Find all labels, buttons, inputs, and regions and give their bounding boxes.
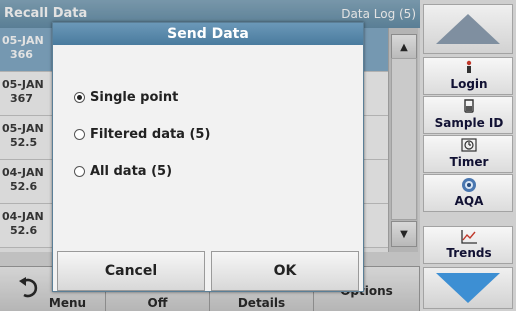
person-icon [424, 60, 514, 76]
screen: Recall Data Data Log (5) 05-JAN 366 05-JA… [0, 0, 516, 311]
triangle-up-icon [436, 14, 500, 44]
sidebar: Login Sample ID Timer AQA Trends [420, 0, 516, 311]
timer-button[interactable]: Timer [423, 135, 513, 173]
ok-button[interactable]: OK [211, 251, 359, 291]
aqa-icon [424, 177, 514, 193]
dialog-title: Send Data [53, 23, 363, 45]
option-label: Filtered data (5) [90, 127, 211, 142]
trends-button[interactable]: Trends [423, 226, 513, 264]
login-button[interactable]: Login [423, 57, 513, 95]
sample-id-label: Sample ID [434, 116, 504, 130]
cancel-button[interactable]: Cancel [57, 251, 205, 291]
option-filtered-data[interactable]: Filtered data (5) [74, 127, 210, 142]
timer-label: Timer [449, 155, 489, 169]
ok-label: OK [273, 263, 297, 279]
timer-icon [424, 138, 514, 154]
option-label: Single point [90, 90, 179, 105]
triangle-down-icon [436, 273, 500, 303]
cancel-label: Cancel [104, 263, 158, 279]
page-down-button[interactable] [423, 267, 513, 309]
trends-label: Trends [446, 246, 492, 260]
login-label: Login [450, 77, 488, 91]
aqa-button[interactable]: AQA [423, 174, 513, 212]
flask-icon [424, 99, 514, 115]
radio-selected-icon[interactable] [74, 92, 85, 103]
radio-icon[interactable] [74, 129, 85, 140]
option-label: All data (5) [90, 164, 173, 179]
aqa-label: AQA [454, 194, 484, 208]
option-single-point[interactable]: Single point [74, 90, 178, 105]
trends-icon [424, 229, 514, 245]
sample-id-button[interactable]: Sample ID [423, 96, 513, 134]
option-all-data[interactable]: All data (5) [74, 164, 172, 179]
radio-icon[interactable] [74, 166, 85, 177]
send-data-dialog: Send Data Single point Filtered data (5)… [52, 22, 364, 292]
page-up-button[interactable] [423, 4, 513, 54]
